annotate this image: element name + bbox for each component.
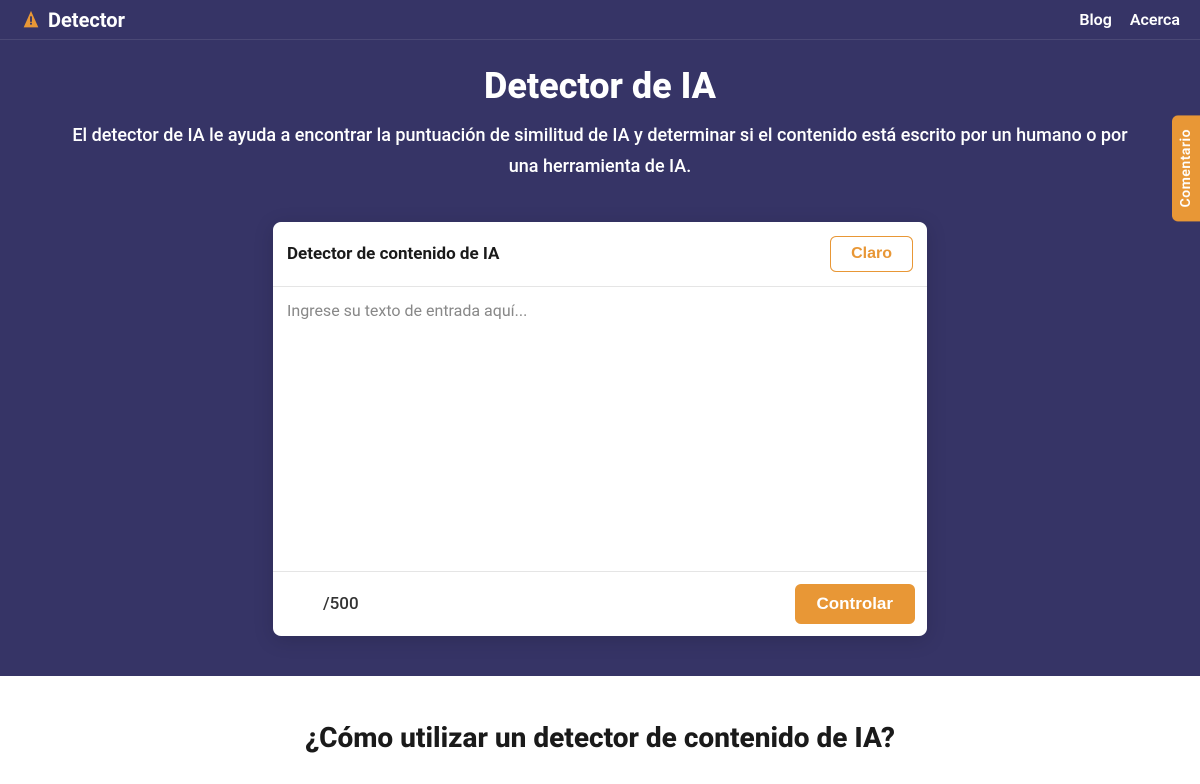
nav-links: Blog Acerca <box>1079 10 1180 29</box>
card-footer: /500 Controlar <box>273 571 927 636</box>
clear-button[interactable]: Claro <box>830 236 913 272</box>
how-to-section: ¿Cómo utilizar un detector de contenido … <box>0 676 1200 784</box>
page-title: Detector de IA <box>60 65 1140 107</box>
check-button[interactable]: Controlar <box>795 584 916 624</box>
logo[interactable]: Detector <box>20 8 125 32</box>
textarea-wrapper <box>273 287 927 571</box>
content-input[interactable] <box>273 287 927 567</box>
header: Detector Blog Acerca <box>0 0 1200 40</box>
nav-blog[interactable]: Blog <box>1079 10 1111 29</box>
how-to-title: ¿Cómo utilizar un detector de contenido … <box>20 721 1180 754</box>
hero-section: Detector de IA El detector de IA le ayud… <box>0 40 1200 676</box>
logo-text: Detector <box>48 8 125 32</box>
logo-icon <box>20 9 42 31</box>
nav-about[interactable]: Acerca <box>1130 10 1180 29</box>
card-title: Detector de contenido de IA <box>287 244 499 264</box>
char-counter: /500 <box>323 594 359 614</box>
card-header: Detector de contenido de IA Claro <box>273 222 927 287</box>
detector-card: Detector de contenido de IA Claro /500 C… <box>273 222 927 636</box>
page-subtitle: El detector de IA le ayuda a encontrar l… <box>70 121 1130 182</box>
feedback-tab[interactable]: Comentario <box>1172 115 1200 221</box>
